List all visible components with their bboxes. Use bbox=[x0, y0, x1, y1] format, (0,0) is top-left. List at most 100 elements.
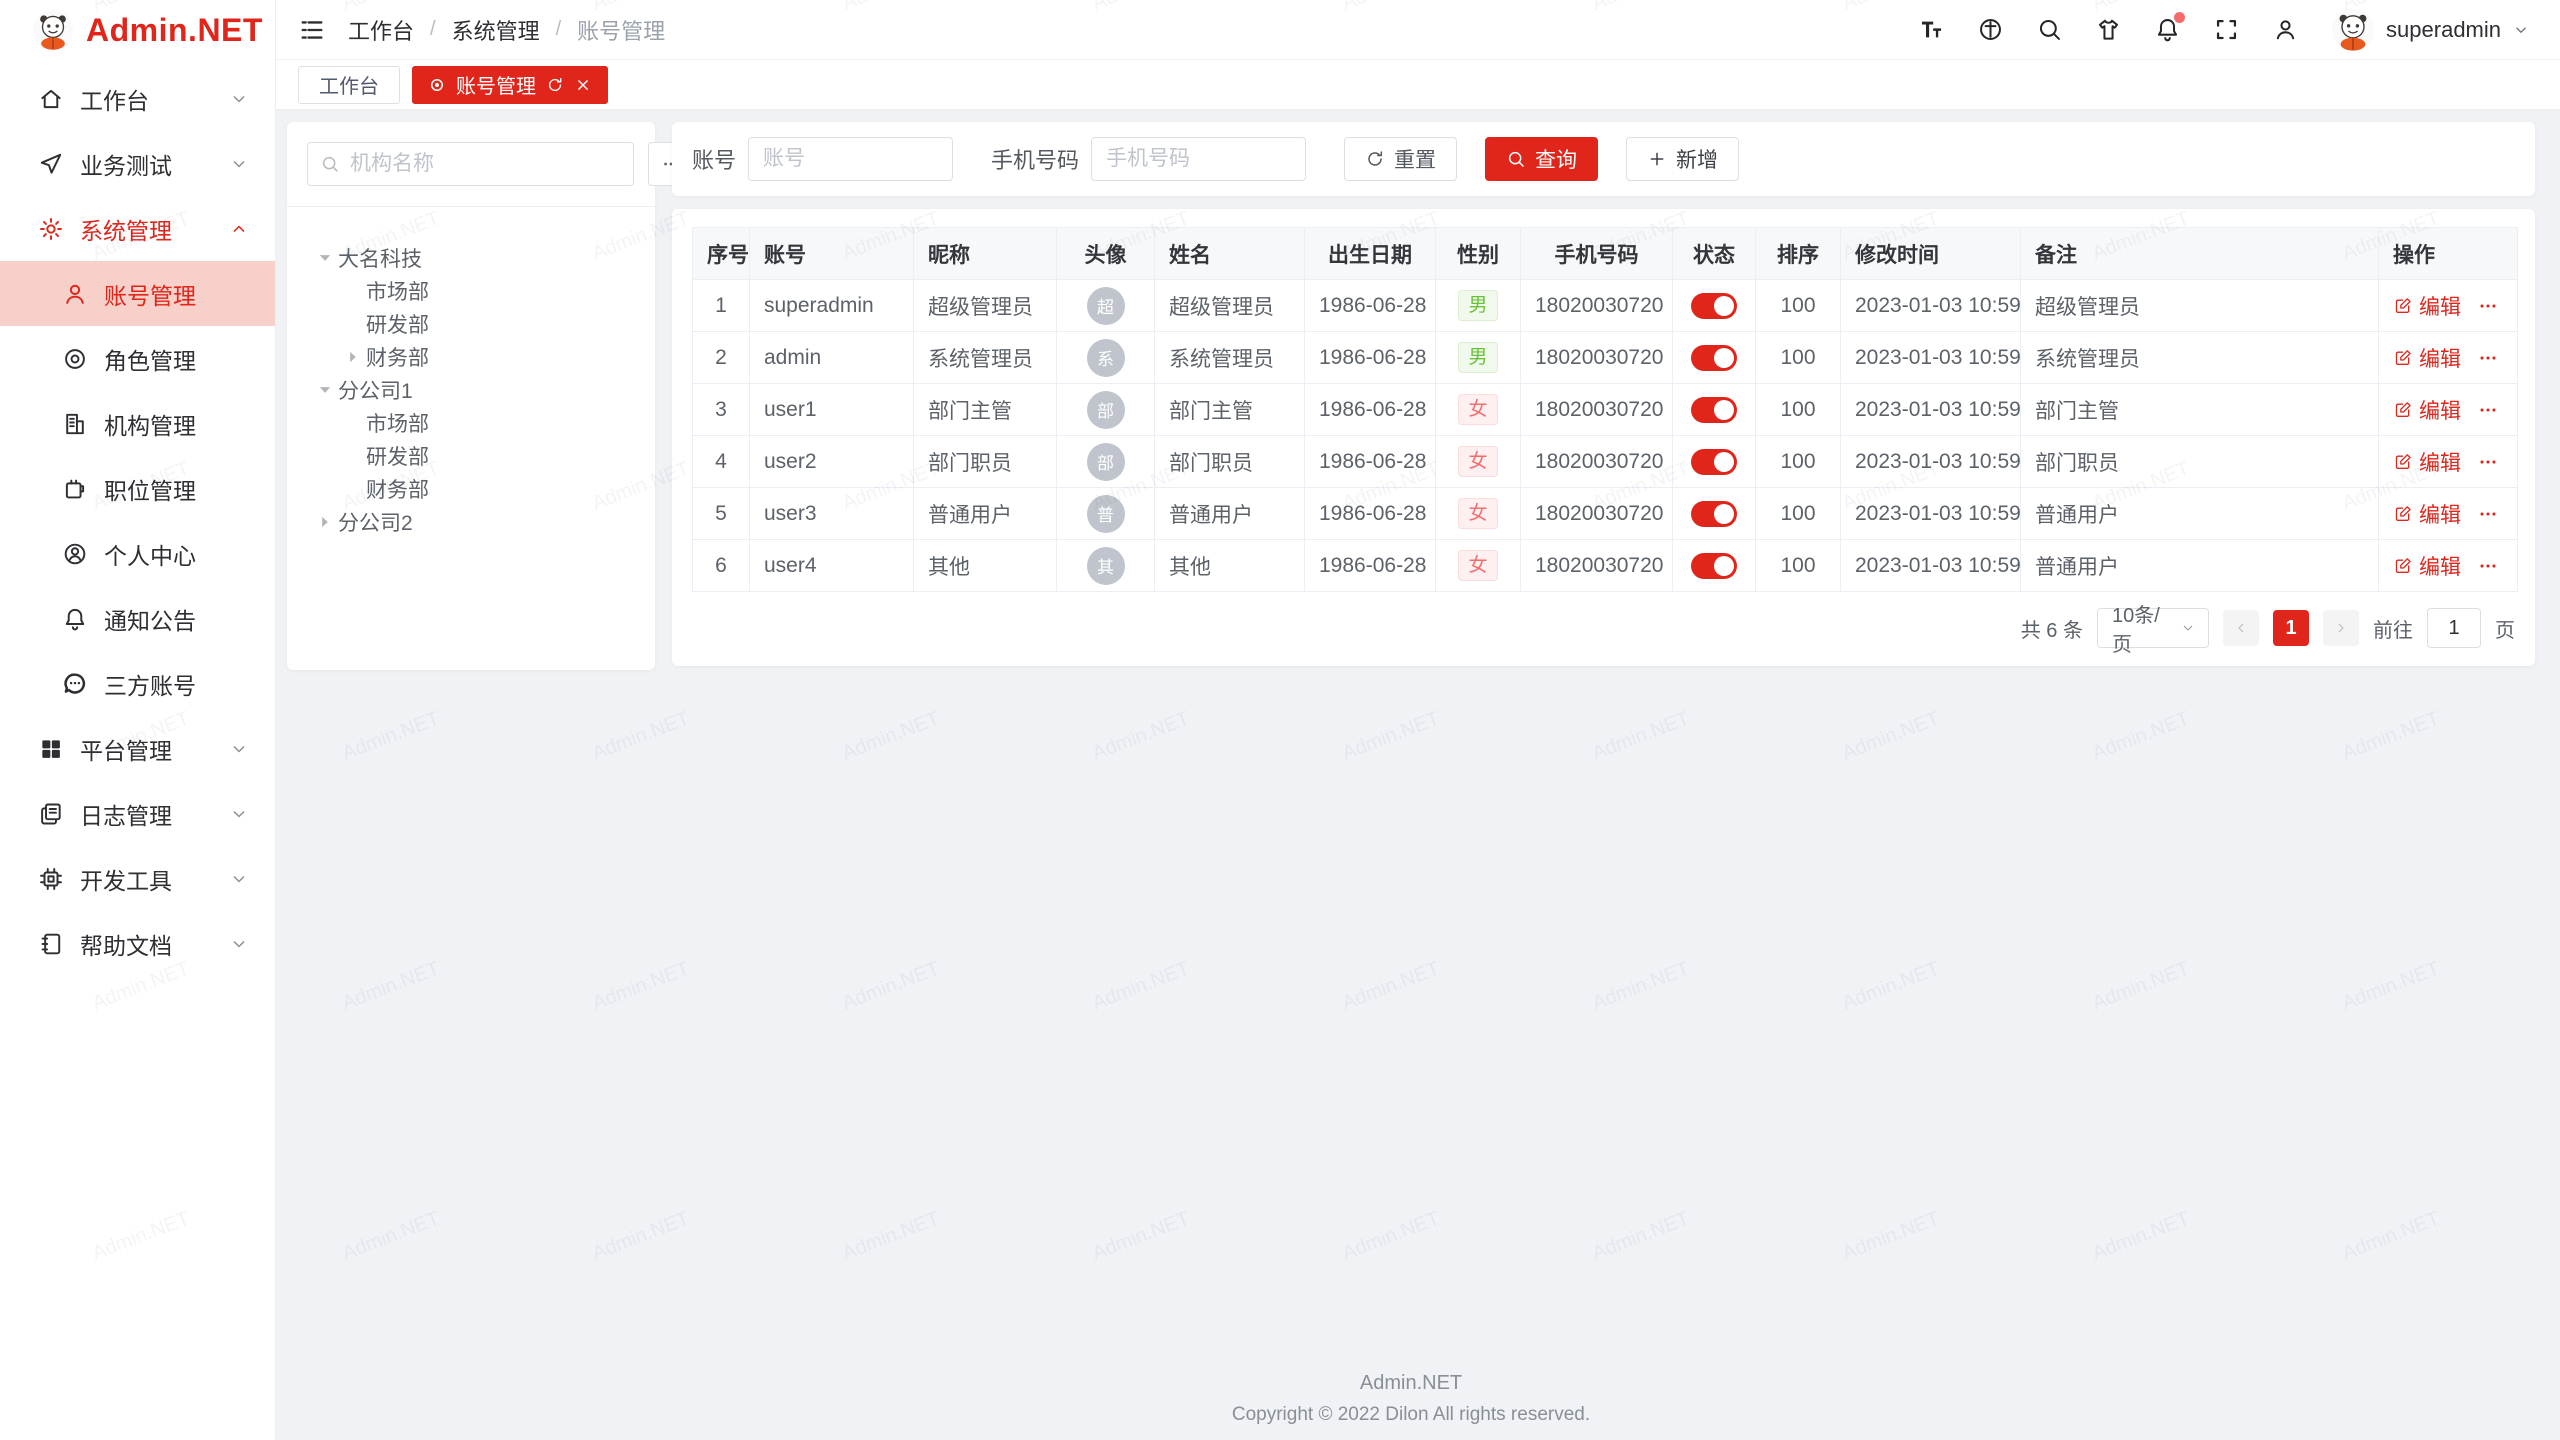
more-actions-button[interactable] bbox=[2477, 399, 2499, 421]
more-actions-button[interactable] bbox=[2477, 347, 2499, 369]
tab-workbench[interactable]: 工作台 bbox=[298, 66, 400, 104]
theme-button[interactable] bbox=[2095, 16, 2122, 43]
tree-node[interactable]: 研发部 bbox=[307, 439, 635, 472]
status-toggle[interactable] bbox=[1691, 449, 1737, 475]
sidebar-item-third-account[interactable]: 三方账号 bbox=[0, 651, 275, 716]
sidebar-item-log-manage[interactable]: 日志管理 bbox=[0, 781, 275, 846]
sidebar-item-workbench[interactable]: 工作台 bbox=[0, 66, 275, 131]
account-label: 账号 bbox=[692, 143, 736, 175]
sidebar-item-label: 机构管理 bbox=[104, 407, 249, 441]
edit-button[interactable]: 编辑 bbox=[2393, 343, 2461, 373]
tree-node[interactable]: 财务部 bbox=[307, 340, 635, 373]
sidebar-item-label: 开发工具 bbox=[80, 862, 229, 896]
sidebar-item-org-manage[interactable]: 机构管理 bbox=[0, 391, 275, 456]
status-toggle[interactable] bbox=[1691, 345, 1737, 371]
sidebar-item-dev-tools[interactable]: 开发工具 bbox=[0, 846, 275, 911]
row-actions: 编辑 bbox=[2393, 551, 2503, 581]
edit-button[interactable]: 编辑 bbox=[2393, 447, 2461, 477]
caret-right-icon[interactable] bbox=[315, 512, 335, 532]
fullscreen-icon bbox=[2213, 16, 2240, 43]
profile-button[interactable] bbox=[2272, 16, 2299, 43]
sidebar-item-business-test[interactable]: 业务测试 bbox=[0, 131, 275, 196]
more-actions-button[interactable] bbox=[2477, 295, 2499, 317]
goto-page-input[interactable] bbox=[2427, 608, 2481, 648]
next-page-button[interactable] bbox=[2323, 610, 2359, 646]
edit-button[interactable]: 编辑 bbox=[2393, 551, 2461, 581]
table-row: 3user1部门主管部部门主管1986-06-28女18020030720100… bbox=[693, 384, 2518, 436]
account-input[interactable] bbox=[748, 137, 953, 181]
cell-account: user2 bbox=[750, 436, 914, 488]
notifications-button[interactable] bbox=[2154, 16, 2181, 43]
fullscreen-button[interactable] bbox=[2213, 16, 2240, 43]
breadcrumb-item[interactable]: 系统管理 bbox=[452, 14, 540, 46]
sidebar-item-profile-center[interactable]: 个人中心 bbox=[0, 521, 275, 586]
refresh-icon[interactable] bbox=[546, 76, 564, 94]
user-menu[interactable]: superadmin bbox=[2331, 8, 2530, 52]
column-header-operation: 操作 bbox=[2379, 228, 2518, 280]
cell-operation: 编辑 bbox=[2379, 280, 2518, 332]
reset-button[interactable]: 重置 bbox=[1344, 137, 1457, 181]
sidebar-item-role-manage[interactable]: 角色管理 bbox=[0, 326, 275, 391]
caret-down-icon[interactable] bbox=[315, 248, 335, 268]
edit-button[interactable]: 编辑 bbox=[2393, 395, 2461, 425]
caret-down-icon[interactable] bbox=[315, 380, 335, 400]
status-toggle[interactable] bbox=[1691, 501, 1737, 527]
avatar: 普 bbox=[1087, 495, 1125, 533]
avatar: 超 bbox=[1087, 287, 1125, 325]
tree-node[interactable]: 大名科技 bbox=[307, 241, 635, 274]
page-1-button[interactable]: 1 bbox=[2273, 610, 2309, 646]
home-icon bbox=[38, 86, 64, 112]
cell-phone: 18020030720 bbox=[1521, 436, 1673, 488]
sidebar-item-position-manage[interactable]: 职位管理 bbox=[0, 456, 275, 521]
tree-node[interactable]: 市场部 bbox=[307, 274, 635, 307]
prev-page-button[interactable] bbox=[2223, 610, 2259, 646]
more-actions-button[interactable] bbox=[2477, 451, 2499, 473]
add-button[interactable]: 新增 bbox=[1626, 137, 1739, 181]
language-button[interactable] bbox=[1977, 16, 2004, 43]
edit-icon bbox=[2393, 348, 2413, 368]
sidebar-item-label: 角色管理 bbox=[104, 342, 249, 376]
status-toggle[interactable] bbox=[1691, 397, 1737, 423]
font-size-button[interactable] bbox=[1918, 16, 1945, 43]
cell-avatar: 超 bbox=[1057, 280, 1155, 332]
status-toggle[interactable] bbox=[1691, 553, 1737, 579]
cell-operation: 编辑 bbox=[2379, 488, 2518, 540]
search-button[interactable]: 查询 bbox=[1485, 137, 1598, 181]
sidebar-item-system-manage[interactable]: 系统管理 bbox=[0, 196, 275, 261]
sidebar-item-help-docs[interactable]: 帮助文档 bbox=[0, 911, 275, 976]
status-toggle[interactable] bbox=[1691, 293, 1737, 319]
tree-node[interactable]: 财务部 bbox=[307, 472, 635, 505]
cell-modified: 2023-01-03 10:59:44 bbox=[1841, 488, 2021, 540]
more-actions-button[interactable] bbox=[2477, 503, 2499, 525]
logo[interactable]: Admin.NET bbox=[0, 0, 275, 60]
page-size-select[interactable]: 10条/页 bbox=[2097, 608, 2209, 648]
column-header-remark: 备注 bbox=[2021, 228, 2379, 280]
caret-right-icon[interactable] bbox=[343, 347, 363, 367]
sidebar-item-notice[interactable]: 通知公告 bbox=[0, 586, 275, 651]
sidebar-item-platform-manage[interactable]: 平台管理 bbox=[0, 716, 275, 781]
tree-node[interactable]: 分公司1 bbox=[307, 373, 635, 406]
plus-icon bbox=[1647, 149, 1667, 169]
menu-fold-icon[interactable] bbox=[298, 16, 326, 44]
close-icon[interactable] bbox=[574, 76, 592, 94]
tree-indent bbox=[343, 446, 363, 466]
tree-node[interactable]: 分公司2 bbox=[307, 505, 635, 538]
edit-button[interactable]: 编辑 bbox=[2393, 499, 2461, 529]
more-actions-button[interactable] bbox=[2477, 555, 2499, 577]
sidebar-item-account-manage[interactable]: 账号管理 bbox=[0, 261, 275, 326]
tree-node[interactable]: 市场部 bbox=[307, 406, 635, 439]
edit-button[interactable]: 编辑 bbox=[2393, 291, 2461, 321]
phone-input[interactable] bbox=[1091, 137, 1306, 181]
avatar: 部 bbox=[1087, 391, 1125, 429]
cell-phone: 18020030720 bbox=[1521, 488, 1673, 540]
org-search-input[interactable] bbox=[350, 152, 621, 176]
tree-node[interactable]: 研发部 bbox=[307, 307, 635, 340]
breadcrumb-item[interactable]: 工作台 bbox=[348, 14, 414, 46]
search-button[interactable] bbox=[2036, 16, 2063, 43]
tab-account-manage[interactable]: 账号管理 bbox=[412, 66, 608, 104]
cell-remark: 部门主管 bbox=[2021, 384, 2379, 436]
tree-node-label: 大名科技 bbox=[338, 243, 422, 273]
edit-icon bbox=[2393, 504, 2413, 524]
table-row: 6user4其他其其他1986-06-28女180200307201002023… bbox=[693, 540, 2518, 592]
notebook-icon bbox=[38, 931, 64, 957]
